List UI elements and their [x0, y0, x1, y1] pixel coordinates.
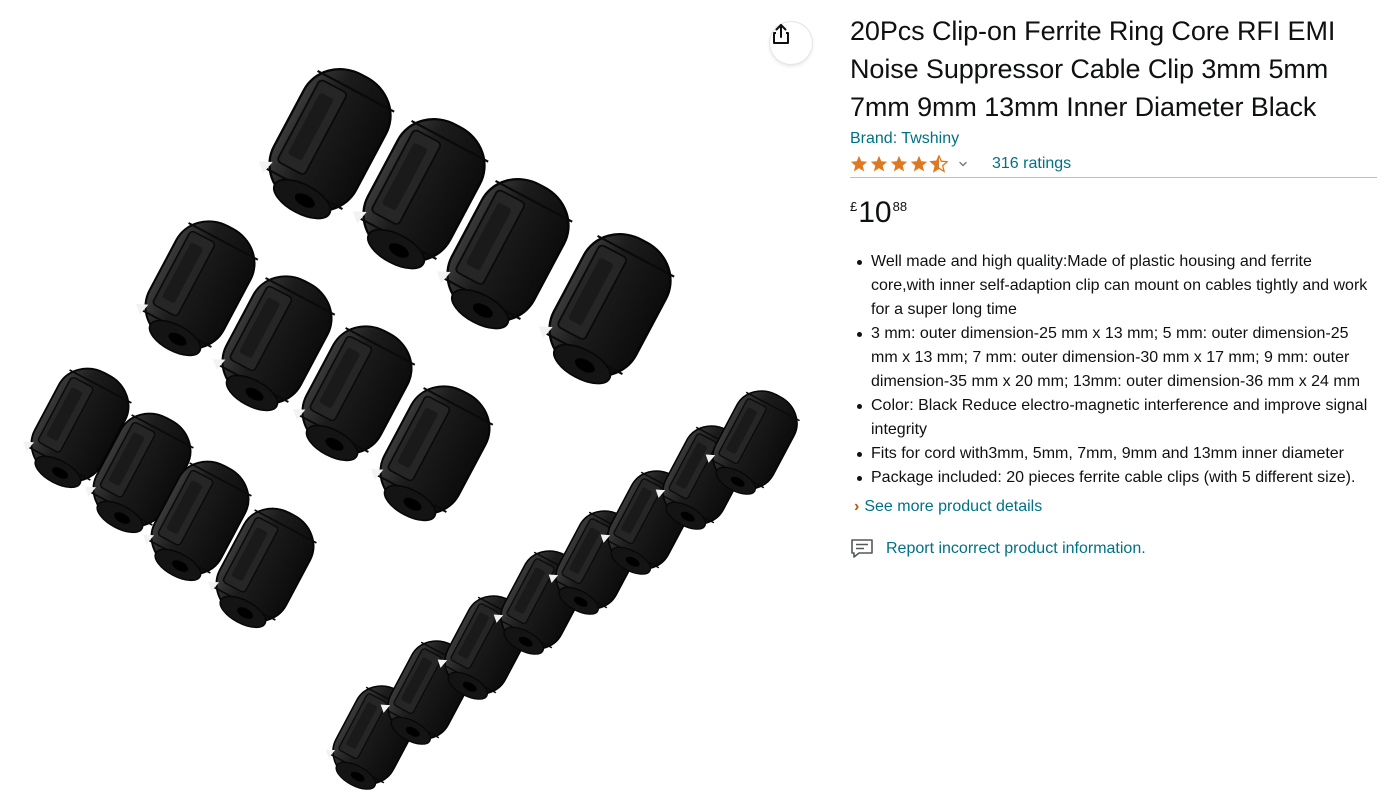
product-title: 20Pcs Clip-on Ferrite Ring Core RFI EMI …: [850, 16, 1336, 122]
report-label: Report incorrect product information.: [886, 540, 1146, 557]
divider: [850, 177, 1377, 178]
star-icon: [850, 155, 948, 173]
feature-bullet: Package included: 20 pieces ferrite cabl…: [850, 466, 1378, 490]
price-currency: £: [850, 199, 858, 214]
price: £ 10 88: [850, 196, 1378, 236]
report-feedback-icon: [851, 539, 873, 558]
see-more-details-link[interactable]: › See more product details: [854, 495, 1378, 519]
report-incorrect-info-link[interactable]: Report incorrect product information.: [850, 537, 1378, 561]
brand-link[interactable]: Brand: Twshiny: [850, 129, 1378, 149]
feature-bullet: Well made and high quality:Made of plast…: [850, 250, 1378, 322]
ferrite-clips-image: [11, 50, 808, 800]
product-image[interactable]: [0, 0, 830, 806]
share-icon: [773, 24, 789, 44]
price-whole: 10: [858, 196, 892, 229]
chevron-right-icon: ›: [854, 498, 860, 515]
chevron-down-icon: [959, 161, 967, 167]
price-fraction: 88: [892, 199, 908, 214]
product-page: 20Pcs Clip-on Ferrite Ring Core RFI EMI …: [0, 0, 1391, 806]
feature-bullets: Well made and high quality:Made of plast…: [850, 250, 1378, 490]
product-details: 20Pcs Clip-on Ferrite Ring Core RFI EMI …: [850, 12, 1378, 561]
share-button[interactable]: [770, 22, 812, 64]
feature-bullet: Color: Black Reduce electro-magnetic int…: [850, 394, 1378, 442]
feature-bullet: 3 mm: outer dimension-25 mm x 13 mm; 5 m…: [850, 322, 1378, 394]
star-rating[interactable]: [850, 155, 968, 173]
ratings-count-link[interactable]: 316 ratings: [992, 155, 1071, 173]
feature-bullet: Fits for cord with3mm, 5mm, 7mm, 9mm and…: [850, 442, 1378, 466]
rating-row: 316 ratings: [850, 153, 1378, 175]
see-more-label: See more product details: [864, 498, 1043, 515]
